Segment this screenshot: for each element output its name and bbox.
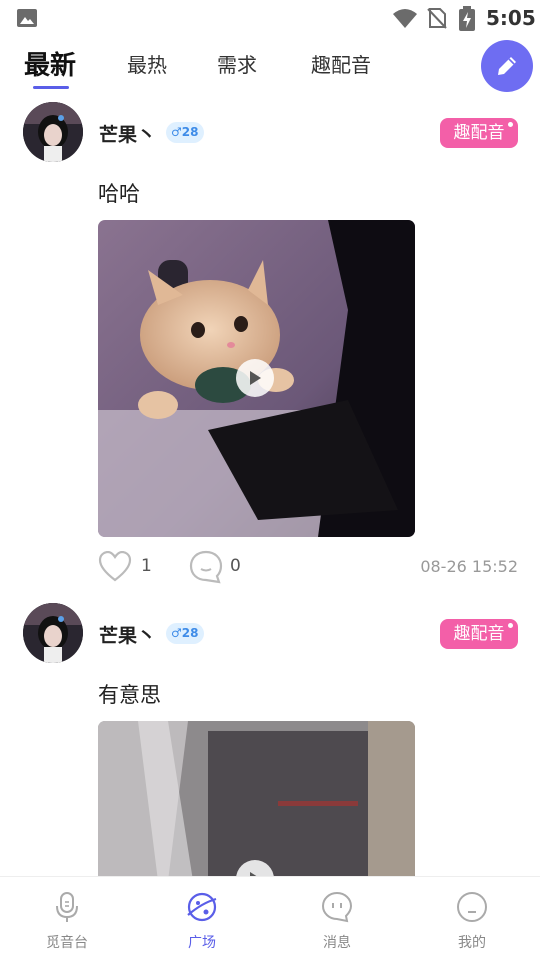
bottom-navigation: 觅音台 广场 消息 我的	[0, 876, 540, 960]
play-button[interactable]	[236, 359, 274, 397]
nav-item-messages[interactable]: 消息	[287, 877, 387, 960]
heart-icon[interactable]	[98, 551, 132, 583]
status-time: 5:05	[486, 6, 536, 30]
gender-age-badge: ♂28	[166, 122, 205, 143]
video-thumbnail[interactable]	[98, 220, 415, 537]
no-sim-icon	[427, 8, 447, 29]
username[interactable]: 芒果丶	[99, 621, 156, 648]
planet-icon	[187, 892, 217, 922]
nav-item-plaza[interactable]: 广场	[152, 877, 252, 960]
video-image	[98, 721, 415, 881]
nav-item-profile[interactable]: 我的	[422, 877, 522, 960]
microphone-icon	[56, 892, 78, 922]
nav-label: 觅音台	[46, 935, 88, 951]
compose-button[interactable]	[481, 40, 533, 92]
active-tab-indicator	[33, 86, 69, 89]
comment-count: 0	[230, 556, 241, 576]
post-timestamp: 08-26 15:52	[420, 557, 518, 576]
username[interactable]: 芒果丶	[99, 120, 156, 147]
nav-item-listen-station[interactable]: 觅音台	[17, 877, 117, 960]
nav-label: 消息	[323, 935, 351, 951]
nav-label: 我的	[458, 935, 486, 951]
wifi-icon	[393, 9, 417, 28]
post-text: 哈哈	[98, 182, 140, 206]
comment-icon[interactable]	[189, 550, 223, 584]
post-actions: 1 0 08-26 15:52	[98, 550, 518, 584]
tab-latest[interactable]: 最新	[24, 45, 76, 82]
like-count: 1	[141, 556, 152, 576]
gender-age-badge: ♂28	[166, 623, 205, 644]
battery-charging-icon	[459, 6, 475, 31]
image-icon	[17, 9, 37, 27]
face-icon	[457, 892, 487, 922]
category-tag[interactable]: 趣配音	[440, 619, 518, 649]
video-thumbnail[interactable]	[98, 721, 415, 881]
category-tag[interactable]: 趣配音	[440, 118, 518, 148]
tab-demand[interactable]: 需求	[217, 49, 257, 78]
status-bar: 5:05	[0, 0, 540, 36]
tab-fun-dubbing[interactable]: 趣配音	[311, 49, 371, 78]
avatar[interactable]	[23, 102, 83, 162]
play-icon	[250, 371, 261, 385]
tab-bar: 最新 最热 需求 趣配音	[0, 40, 540, 94]
nav-label: 广场	[188, 935, 216, 951]
pencil-icon	[498, 57, 516, 75]
avatar[interactable]	[23, 603, 83, 663]
tab-hot[interactable]: 最热	[127, 49, 167, 78]
chat-bubble-icon	[321, 891, 353, 923]
post-text: 有意思	[98, 683, 161, 707]
